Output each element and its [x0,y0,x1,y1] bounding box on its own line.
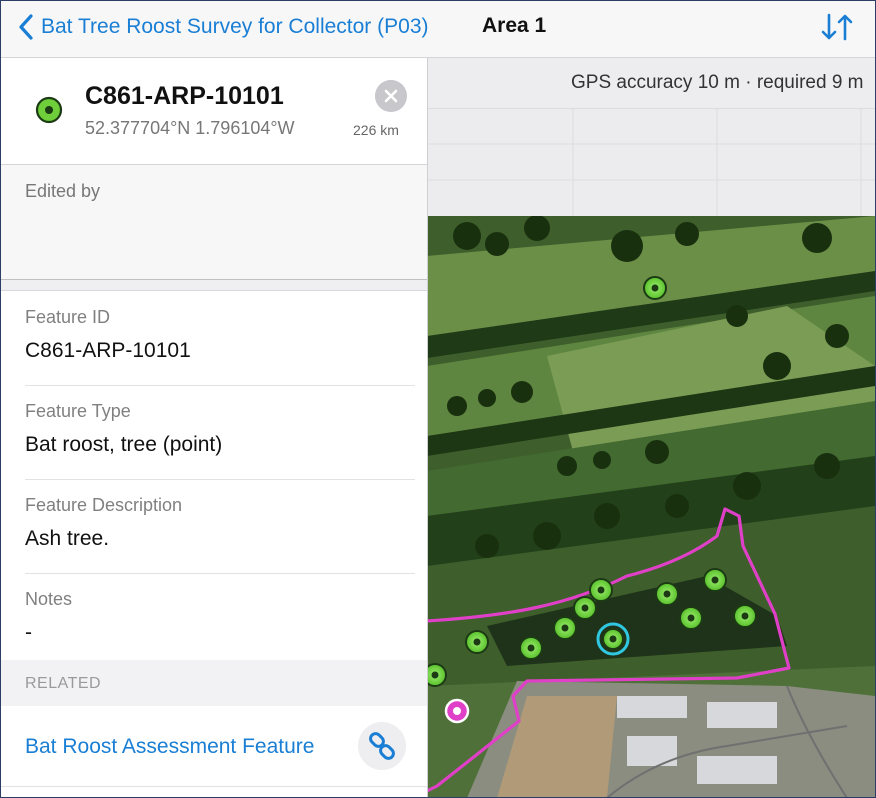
page-title: Area 1 [482,14,547,37]
map-point [655,582,679,606]
field-value: Bat roost, tree (point) [25,433,223,456]
feature-details-panel: C861-ARP-10101 52.377704°N 1.796104°W 22… [1,58,428,797]
map-point [643,276,667,300]
related-record-row[interactable]: Bat Roost Assessment Feature [1,706,427,787]
link-icon[interactable] [358,722,406,770]
field-feature-type: Feature Type Bat roost, tree (point) [25,385,415,480]
map-point [703,568,727,592]
related-section-header: RELATED [1,660,427,706]
feature-coordinates: 52.377704°N 1.796104°W [85,118,295,138]
related-header-label: RELATED [25,675,102,692]
selected-map-point [596,622,630,656]
edited-by-label: Edited by [25,181,101,201]
map-point [589,578,613,602]
field-feature-description: Feature Description Ash tree. [25,479,415,574]
back-button[interactable]: Bat Tree Roost Survey for Collector (P03… [17,9,429,45]
map-point [679,606,703,630]
feature-distance: 226 km [353,122,399,138]
satellite-imagery [427,216,875,797]
sort-arrows-icon[interactable] [819,11,855,43]
gps-accuracy-banner: GPS accuracy 10 m · required 9 m [427,58,875,109]
map-point [733,604,757,628]
field-value: Ash tree. [25,527,110,550]
feature-header: C861-ARP-10101 52.377704°N 1.796104°W 22… [1,58,427,165]
close-icon[interactable] [375,80,407,112]
map-view[interactable]: GPS accuracy 10 m · required 9 m [427,58,875,797]
location-marker [444,698,470,724]
gps-accuracy-text: GPS accuracy 10 m · required 9 m [571,72,864,93]
app-window: Bat Tree Roost Survey for Collector (P03… [0,0,876,798]
feature-point-icon [35,96,63,124]
edited-by-section: Edited by [1,165,427,280]
navigation-bar: Bat Tree Roost Survey for Collector (P03… [1,1,875,58]
field-label: Notes [25,589,73,609]
map-point [519,636,543,660]
field-label: Feature ID [25,307,111,327]
feature-title: C861-ARP-10101 [85,82,284,110]
field-label: Feature Description [25,495,183,515]
map-point [465,630,489,654]
field-feature-id: Feature ID C861-ARP-10101 [25,291,415,386]
chevron-left-icon [19,14,33,40]
field-notes: Notes - [25,573,415,659]
back-button-label: Bat Tree Roost Survey for Collector (P03… [41,15,429,38]
field-value: C861-ARP-10101 [25,339,191,362]
field-label: Feature Type [25,401,131,421]
map-point [553,616,577,640]
map-point [427,663,447,687]
section-divider [1,280,427,291]
related-record-link[interactable]: Bat Roost Assessment Feature [25,735,314,759]
field-value: - [25,621,32,644]
map-point [573,596,597,620]
